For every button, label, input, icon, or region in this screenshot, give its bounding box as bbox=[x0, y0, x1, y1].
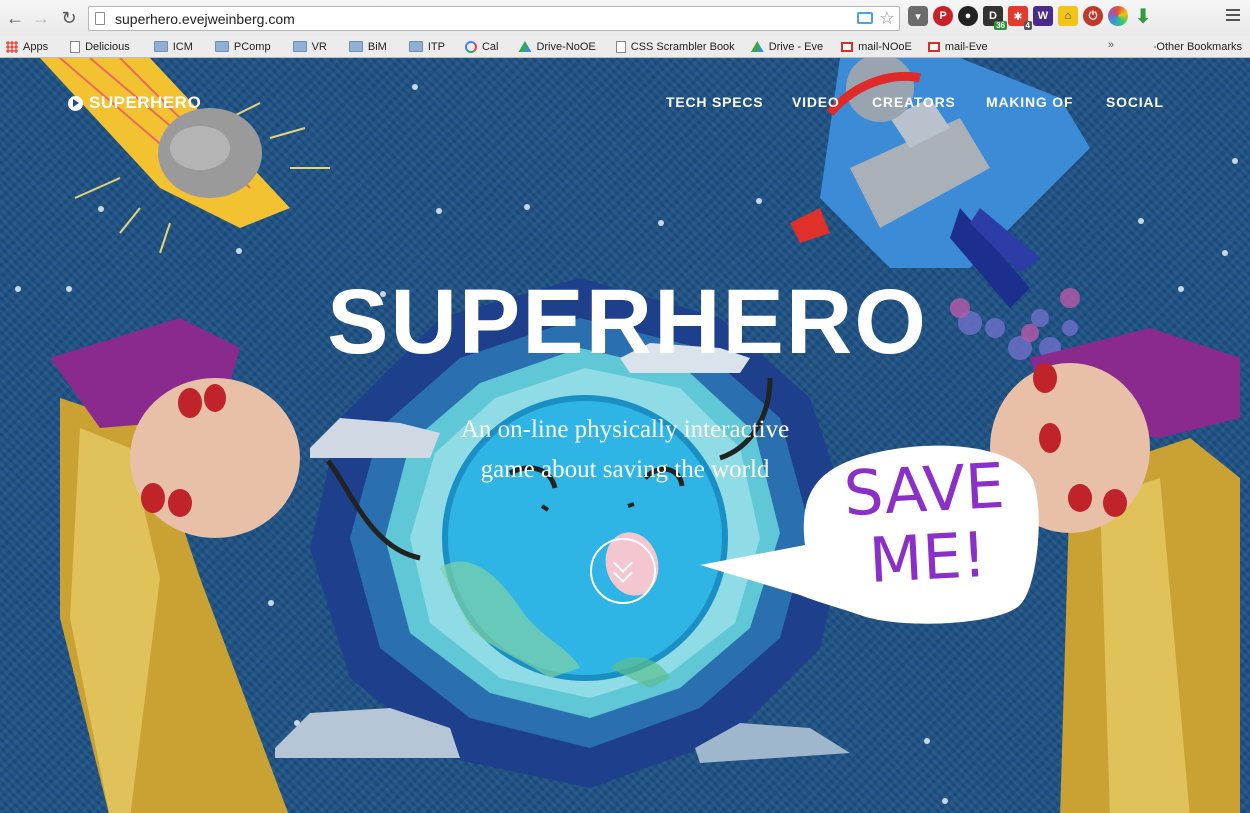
camera-extension-icon[interactable]: ● bbox=[958, 6, 978, 26]
bookmark-cal[interactable]: Cal bbox=[459, 36, 505, 58]
bookmark-bim[interactable]: BiM bbox=[343, 36, 393, 58]
star-dot bbox=[436, 208, 442, 214]
folder-icon bbox=[348, 41, 363, 52]
bookmark-drive-eve[interactable]: Drive - Eve bbox=[745, 36, 829, 58]
house-extension-icon[interactable]: ⌂ bbox=[1058, 6, 1078, 26]
star-dot bbox=[1232, 158, 1238, 164]
nav-video[interactable]: VIDEO bbox=[792, 94, 840, 110]
hero-section: SAVE ME! SUPERHERO TECH SPECS VIDEO CREA… bbox=[0, 58, 1250, 813]
folder-icon bbox=[214, 41, 229, 52]
w-extension-icon[interactable]: W bbox=[1033, 6, 1053, 26]
doc-icon bbox=[615, 40, 626, 53]
hero-tagline: An on-line physically interactive game a… bbox=[460, 416, 790, 483]
reload-button[interactable]: ↻ bbox=[56, 4, 82, 32]
drive-icon bbox=[518, 41, 532, 52]
nav-creators[interactable]: CREATORS bbox=[872, 94, 956, 110]
bookmark-css-scrambler[interactable]: CSS Scrambler Book bbox=[610, 36, 741, 58]
bookmark-mail-eve[interactable]: mail-Eve bbox=[922, 36, 994, 58]
site-nav: TECH SPECS VIDEO CREATORS MAKING OF SOCI… bbox=[0, 94, 1250, 114]
scroll-down-button[interactable] bbox=[590, 538, 656, 604]
doc-icon bbox=[70, 40, 81, 53]
bookmark-itp[interactable]: ITP bbox=[403, 36, 451, 58]
browser-toolbar: ← → ↻ superhero.evejweinberg.com ☆ ▾ P ●… bbox=[0, 0, 1250, 36]
star-dot bbox=[1138, 218, 1144, 224]
chrome-menu-icon[interactable] bbox=[1226, 9, 1240, 23]
star-dot bbox=[524, 204, 530, 210]
other-bookmarks[interactable]: Other Bookmarks bbox=[1154, 36, 1242, 58]
meteor-illustration bbox=[40, 58, 330, 254]
address-bar[interactable]: superhero.evejweinberg.com ☆ bbox=[88, 6, 900, 31]
bookmark-mail-nooe[interactable]: mail-NOoE bbox=[835, 36, 918, 58]
bookmarks-bar: Apps Delicious ICM PComp VR BiM ITP Cal … bbox=[0, 36, 1250, 58]
gmail-icon bbox=[841, 41, 854, 52]
bookmark-delicious[interactable]: Delicious bbox=[64, 36, 136, 58]
reload-icon: ↻ bbox=[61, 7, 77, 28]
cast-icon[interactable] bbox=[857, 12, 873, 24]
folder-icon bbox=[153, 41, 168, 52]
star-dot bbox=[756, 198, 762, 204]
pocket-extension-icon[interactable]: ▾ bbox=[908, 6, 928, 26]
gmail-icon bbox=[927, 41, 940, 52]
asterisk-extension-icon[interactable]: ✱ 4 bbox=[1008, 6, 1032, 30]
nav-making-of[interactable]: MAKING OF bbox=[986, 94, 1073, 110]
star-dot bbox=[942, 798, 948, 804]
pinterest-extension-icon[interactable]: P bbox=[933, 6, 953, 26]
google-icon bbox=[464, 40, 477, 53]
bookmarks-overflow-button[interactable]: » bbox=[1108, 39, 1114, 51]
drive-icon bbox=[750, 41, 764, 52]
arrow-right-icon: → bbox=[32, 7, 50, 28]
nav-tech-specs[interactable]: TECH SPECS bbox=[666, 94, 763, 110]
extensions-bar: ▾ P ● D 36 ✱ 4 W ⌂ ⏻ ⬇ bbox=[908, 6, 1153, 30]
power-extension-icon[interactable]: ⏻ bbox=[1083, 6, 1103, 26]
folder-icon bbox=[292, 41, 307, 52]
star-dot bbox=[658, 220, 664, 226]
bookmark-star-icon[interactable]: ☆ bbox=[879, 8, 895, 29]
bookmark-icm[interactable]: ICM bbox=[148, 36, 199, 58]
star-dot bbox=[412, 84, 418, 90]
star-dot bbox=[924, 738, 930, 744]
page-icon bbox=[95, 12, 105, 25]
url-text: superhero.evejweinberg.com bbox=[115, 10, 295, 27]
left-fist-illustration bbox=[50, 318, 300, 813]
folder-icon bbox=[408, 41, 423, 52]
apps-icon bbox=[6, 40, 18, 53]
bookmark-apps[interactable]: Apps bbox=[0, 36, 54, 58]
forward-button[interactable]: → bbox=[28, 4, 54, 32]
download-arrow-icon[interactable]: ⬇ bbox=[1133, 6, 1153, 28]
d-extension-icon[interactable]: D 36 bbox=[983, 6, 1007, 30]
bookmark-pcomp[interactable]: PComp bbox=[209, 36, 277, 58]
bookmark-drive-nooe[interactable]: Drive-NoOE bbox=[512, 36, 601, 58]
star-dot bbox=[1222, 250, 1228, 256]
nav-social[interactable]: SOCIAL bbox=[1106, 94, 1164, 110]
arrow-left-icon: ← bbox=[6, 7, 24, 28]
color-wheel-extension-icon[interactable] bbox=[1108, 6, 1128, 26]
bookmark-vr[interactable]: VR bbox=[287, 36, 333, 58]
back-button[interactable]: ← bbox=[2, 4, 28, 32]
hero-title: SUPERHERO bbox=[327, 271, 928, 373]
